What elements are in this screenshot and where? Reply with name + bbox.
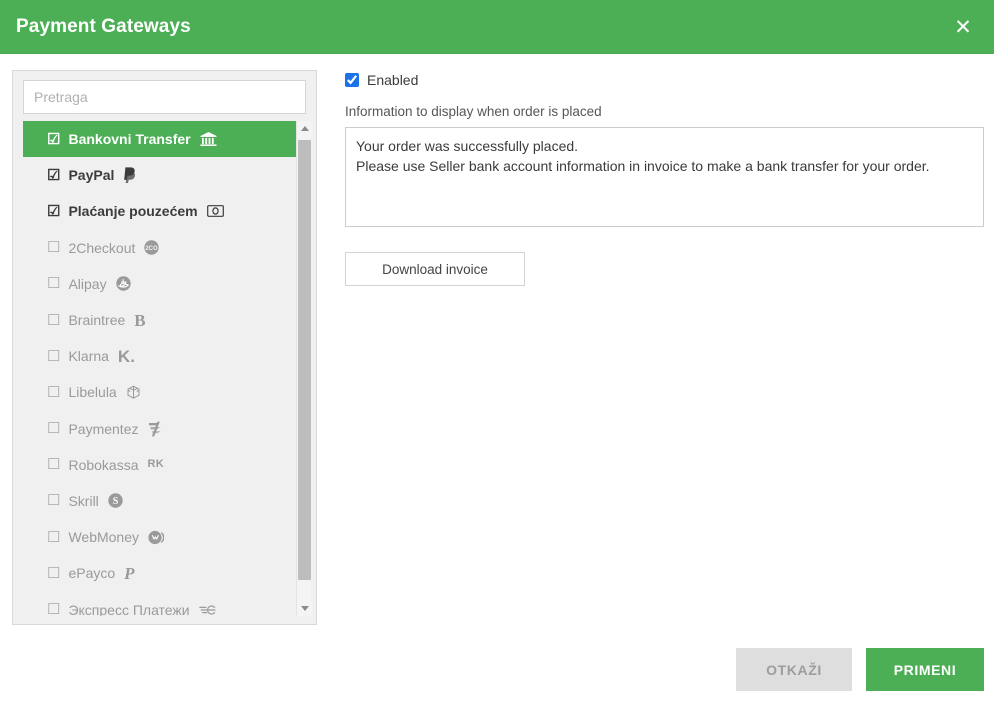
gateway-list-scrollbar[interactable] <box>296 121 312 616</box>
gateway-list-item[interactable]: ☐ Braintree B <box>23 302 296 338</box>
gateway-list: ☑ Bankovni Transfer ☑ PayPal ☑ Plaćanje pouze… <box>23 121 296 616</box>
checkbox-unchecked-icon[interactable]: ☐ <box>47 276 60 291</box>
enabled-checkbox[interactable] <box>345 73 359 87</box>
banknote-icon <box>206 205 224 218</box>
triangle-down-icon[interactable] <box>297 601 312 616</box>
checkbox-unchecked-icon[interactable]: ☐ <box>47 349 60 364</box>
close-icon[interactable]: ✕ <box>932 0 994 54</box>
checkbox-unchecked-icon[interactable]: ☐ <box>47 566 60 581</box>
webmoney-logo <box>148 530 165 545</box>
gateway-list-item[interactable]: ☐ Klarna K. <box>23 338 296 374</box>
gateway-list-item[interactable]: ☐ 2Checkout 2CO <box>23 230 296 266</box>
info-textarea[interactable] <box>345 127 984 227</box>
gateway-name: Alipay <box>68 275 107 292</box>
search-input[interactable] <box>23 80 306 114</box>
paymentez-logo <box>148 421 161 437</box>
gateway-list-panel: ☑ Bankovni Transfer ☑ PayPal ☑ Plaćanje pouze… <box>12 70 317 625</box>
gateway-list-item[interactable]: ☐ WebMoney <box>23 519 296 555</box>
gateway-name: Paymentez <box>68 420 139 437</box>
gateway-name: ePayco <box>68 565 116 582</box>
gateway-name: Экспресс Платежи <box>68 601 190 616</box>
skrill-logo: S <box>108 493 123 509</box>
gateway-details-panel: Enabled Information to display when orde… <box>345 70 985 286</box>
gateway-list-viewport: ☑ Bankovni Transfer ☑ PayPal ☑ Plaćanje pouze… <box>23 121 308 616</box>
gateway-list-item[interactable]: ☐ Robokassa RK <box>23 447 296 483</box>
gateway-name: Bankovni Transfer <box>68 131 191 148</box>
express-payments-logo <box>198 604 216 616</box>
gateway-name: Plaćanje pouzećem <box>68 203 198 220</box>
braintree-logo: B <box>134 310 146 330</box>
checkbox-checked-icon[interactable]: ☑ <box>47 132 60 147</box>
libelula-logo <box>126 385 141 400</box>
scrollbar-thumb[interactable] <box>298 140 311 580</box>
gateway-list-item[interactable]: ☐ Skrill S <box>23 483 296 519</box>
gateway-list-item[interactable]: ☐ ePayco P <box>23 555 296 591</box>
svg-text:2CO: 2CO <box>146 246 159 252</box>
gateway-name: 2Checkout <box>68 239 136 256</box>
checkbox-unchecked-icon[interactable]: ☐ <box>47 385 60 400</box>
gateway-list-item[interactable]: ☐ Alipay <box>23 266 296 302</box>
checkbox-unchecked-icon[interactable]: ☐ <box>47 602 60 616</box>
info-field-label: Information to display when order is pla… <box>345 104 602 119</box>
checkbox-unchecked-icon[interactable]: ☐ <box>47 493 60 508</box>
gateway-list-item[interactable]: ☑ Plaćanje pouzećem <box>23 193 296 229</box>
gateway-name: Robokassa <box>68 456 139 473</box>
enabled-row: Enabled <box>345 70 985 90</box>
checkbox-unchecked-icon[interactable]: ☐ <box>47 313 60 328</box>
checkbox-checked-icon[interactable]: ☑ <box>47 168 60 183</box>
gateway-name: Braintree <box>68 312 126 329</box>
download-invoice-button[interactable]: Download invoice <box>345 252 525 286</box>
gateway-name: Skrill <box>68 492 99 509</box>
gateway-list-item[interactable]: ☐ Paymentez <box>23 411 296 447</box>
bank-icon <box>200 131 217 147</box>
gateway-name: WebMoney <box>68 529 140 546</box>
gateway-list-item[interactable]: ☑ PayPal <box>23 157 296 193</box>
gateway-name: Libelula <box>68 384 117 401</box>
gateway-name: Klarna <box>68 348 109 365</box>
klarna-logo: K. <box>117 346 135 366</box>
svg-text:S: S <box>113 496 119 507</box>
gateway-list-item[interactable]: ☐ Libelula <box>23 374 296 410</box>
dialog-titlebar: Payment Gateways ✕ <box>0 0 994 54</box>
paypal-logo <box>123 167 137 184</box>
gateway-name: PayPal <box>68 167 115 184</box>
2checkout-logo: 2CO <box>144 240 160 255</box>
alipay-logo <box>115 276 131 292</box>
cancel-button[interactable]: OTKAŽI <box>736 648 852 691</box>
checkbox-unchecked-icon[interactable]: ☐ <box>47 457 60 472</box>
page-title: Payment Gateways <box>16 16 191 37</box>
gateway-list-item[interactable]: ☑ Bankovni Transfer <box>23 121 296 158</box>
dialog-footer: OTKAŽI PRIMENI <box>736 648 984 691</box>
checkbox-unchecked-icon[interactable]: ☐ <box>47 421 60 436</box>
search-wrapper <box>13 71 316 114</box>
checkbox-unchecked-icon[interactable]: ☐ <box>47 240 60 255</box>
checkbox-unchecked-icon[interactable]: ☐ <box>47 530 60 545</box>
epayco-logo: P <box>124 563 135 583</box>
gateway-list-item[interactable]: ☐ Экспресс Платежи <box>23 591 296 616</box>
checkbox-checked-icon[interactable]: ☑ <box>47 204 60 219</box>
apply-button[interactable]: PRIMENI <box>866 648 984 691</box>
enabled-label: Enabled <box>367 72 419 88</box>
robokassa-logo: RK <box>147 458 164 471</box>
triangle-up-icon[interactable] <box>297 121 312 136</box>
